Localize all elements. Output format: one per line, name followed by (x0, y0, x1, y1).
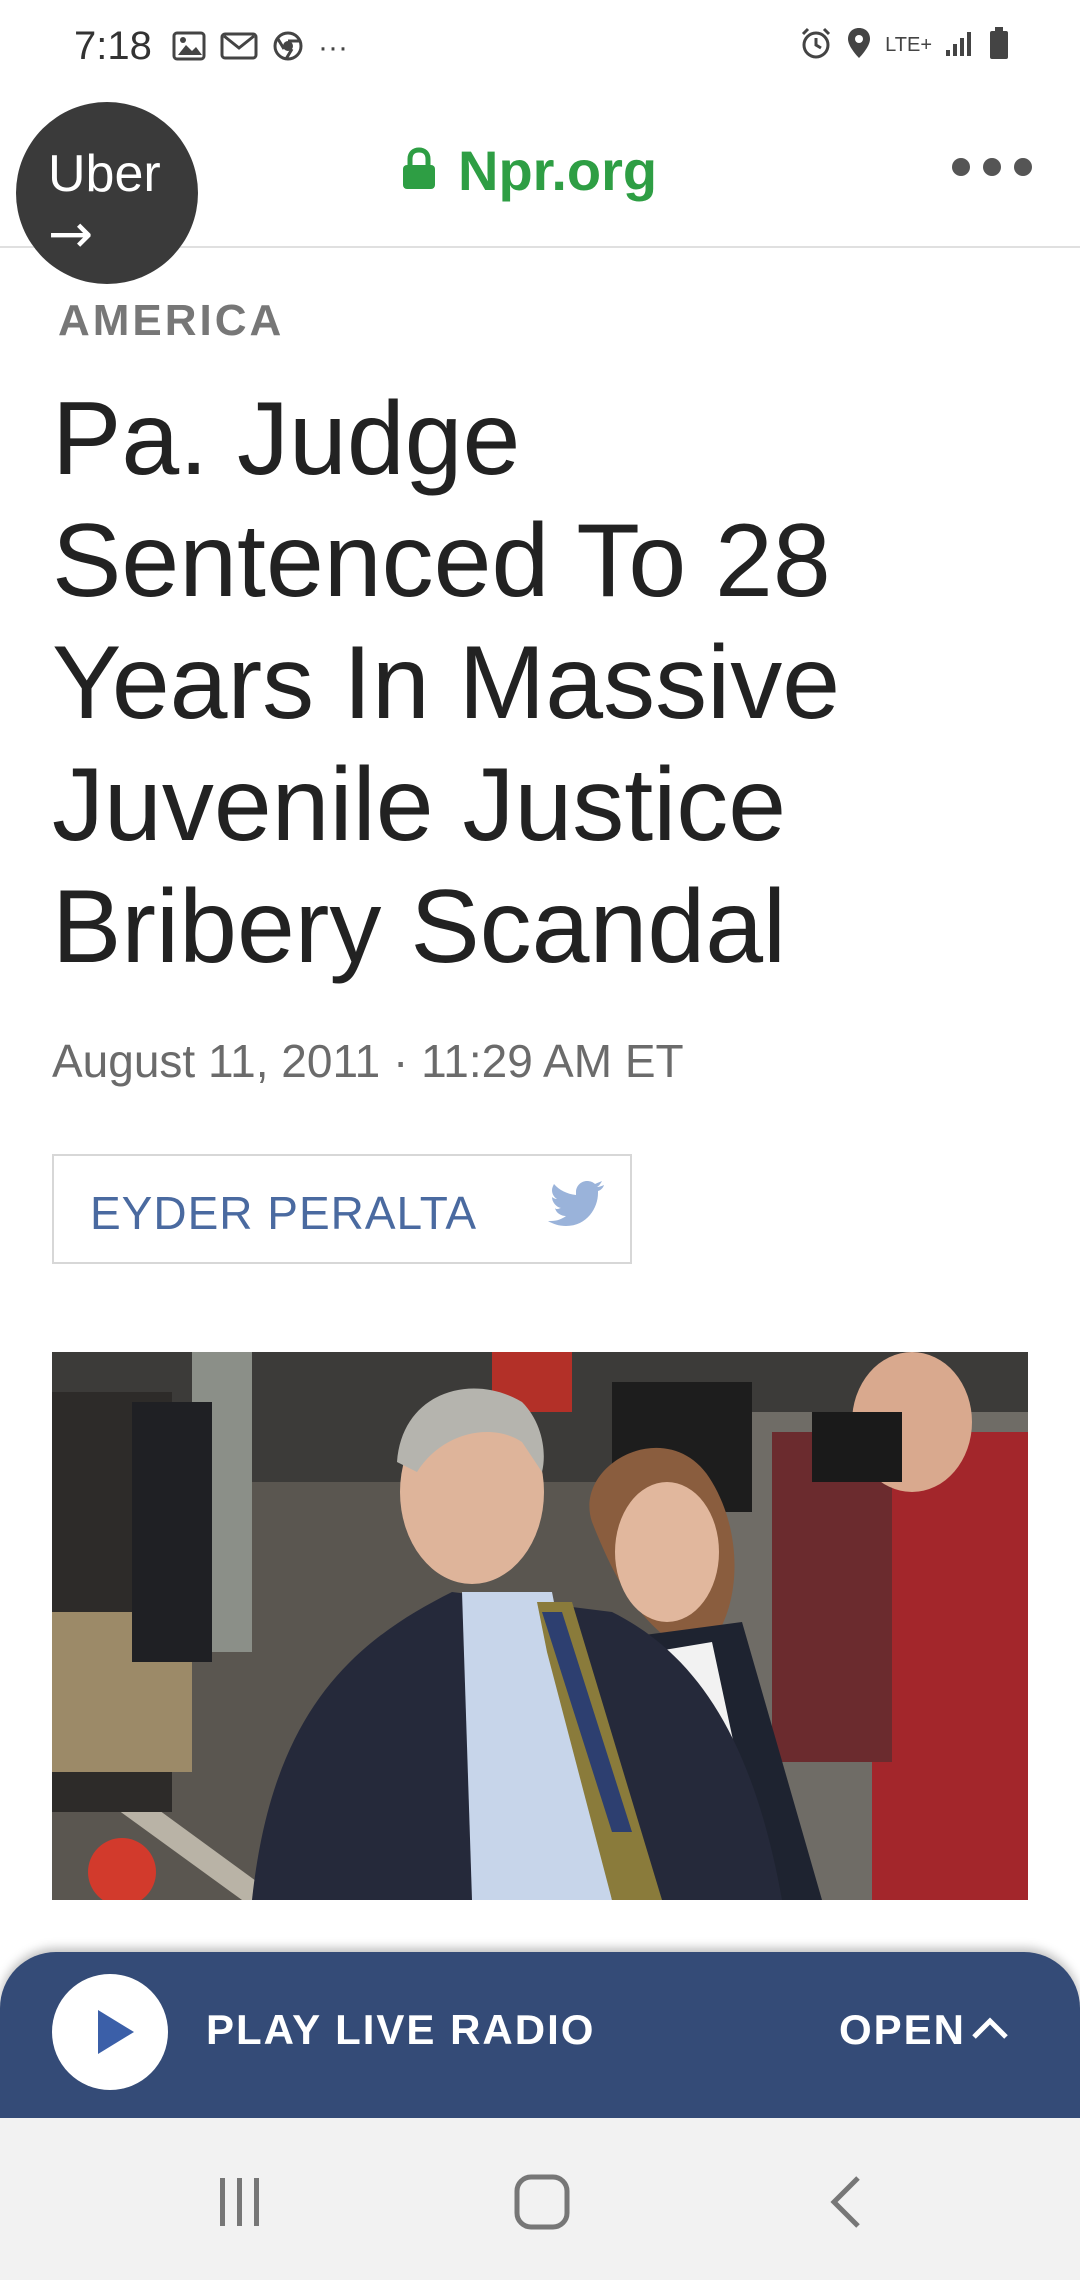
headline-line: Pa. Judge (52, 381, 521, 497)
signal-icon (944, 28, 976, 62)
uber-chat-bubble[interactable]: Uber → (16, 102, 198, 284)
headline-line: Bribery Scandal (52, 869, 787, 985)
lte-icon: LTE+ (885, 33, 932, 56)
twitter-icon[interactable] (544, 1178, 606, 1236)
arrow-right-icon: → (48, 202, 94, 265)
home-icon[interactable] (492, 2166, 592, 2238)
play-icon (98, 2010, 134, 2054)
live-radio-bar[interactable]: PLAY LIVE RADIO OPEN (0, 1952, 1080, 2118)
lock-icon[interactable] (400, 146, 438, 195)
author-card[interactable]: EYDER PERALTA (52, 1154, 632, 1264)
open-player-button[interactable]: OPEN (839, 2006, 1010, 2054)
article-photo[interactable] (52, 1352, 1028, 1900)
recent-apps-icon[interactable] (190, 2166, 290, 2238)
battery-icon (988, 26, 1010, 64)
more-options-icon[interactable] (952, 152, 1032, 182)
overflow-indicator: ··· (318, 31, 348, 64)
url-display[interactable]: Npr.org (400, 138, 657, 203)
uber-logo: Uber (48, 145, 161, 203)
headline: Pa. Judge Sentenced To 28 Years In Massi… (52, 378, 1032, 988)
publish-date: August 11, 2011 · 11:29 AM ET (52, 1035, 684, 1087)
article-photo-image (52, 1352, 1028, 1900)
author-name[interactable]: EYDER PERALTA (90, 1186, 477, 1240)
image-icon (172, 31, 206, 65)
alarm-icon (799, 26, 833, 64)
status-time: 7:18 (74, 24, 152, 68)
section-label[interactable]: AMERICA (58, 296, 284, 346)
headline-line: Sentenced To 28 (52, 503, 831, 619)
url-text[interactable]: Npr.org (458, 138, 657, 203)
location-icon (845, 26, 873, 64)
play-live-radio-label[interactable]: PLAY LIVE RADIO (206, 2006, 595, 2054)
open-label: OPEN (838, 2006, 966, 2053)
status-bar: 7:18 ··· LTE+ (0, 0, 1080, 100)
gmail-icon (220, 31, 258, 65)
play-button[interactable] (52, 1974, 168, 2090)
system-icons: LTE+ (799, 26, 1010, 64)
headline-line: Juvenile Justice (52, 747, 787, 863)
chevron-up-icon (970, 2013, 1010, 2047)
system-nav-bar (0, 2118, 1080, 2280)
notification-icons: ··· (172, 30, 348, 66)
chrome-icon (272, 30, 304, 66)
back-icon[interactable] (796, 2166, 896, 2238)
headline-line: Years In Massive (52, 625, 841, 741)
